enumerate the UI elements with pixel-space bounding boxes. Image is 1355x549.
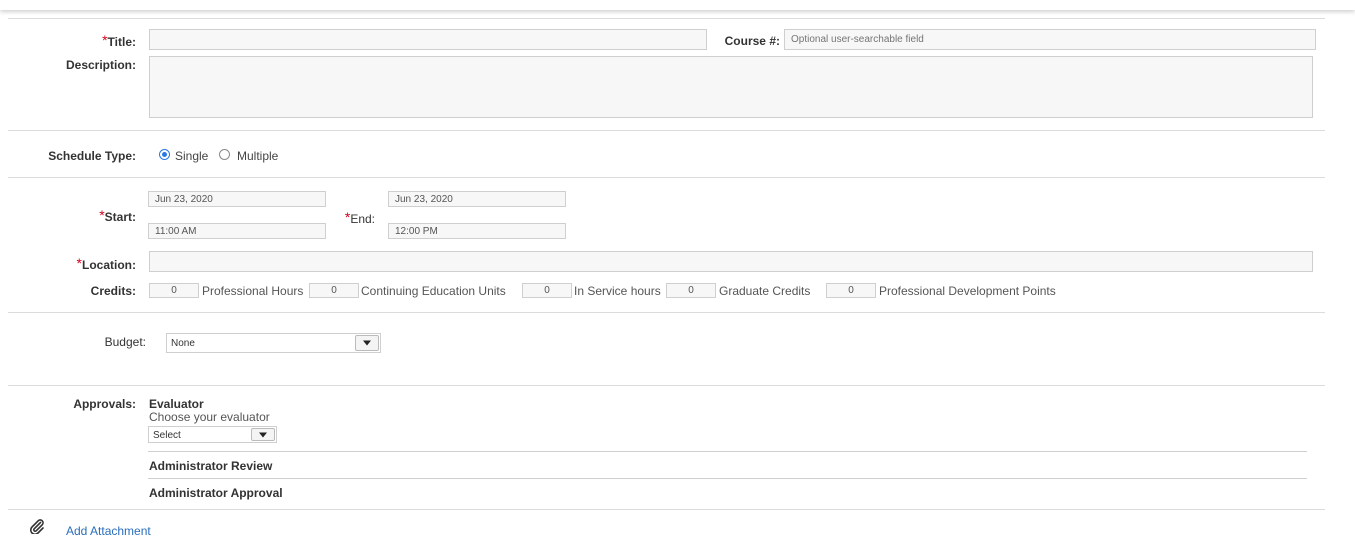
evaluator-select[interactable]: Select	[148, 426, 277, 443]
approval-step-approval: Administrator Approval	[149, 486, 283, 500]
end-label: *End:	[344, 209, 375, 226]
course-number-label: Course #:	[724, 34, 780, 48]
title-label: *Title:	[102, 32, 136, 49]
credit-unit-label: Graduate Credits	[719, 284, 811, 298]
start-date-input[interactable]	[148, 191, 326, 207]
description-textarea[interactable]	[149, 56, 1313, 118]
budget-select[interactable]: None	[166, 333, 381, 353]
required-marker: *	[76, 255, 82, 271]
divider	[8, 385, 1325, 386]
end-time-input[interactable]	[388, 223, 566, 239]
divider	[8, 130, 1325, 131]
location-input[interactable]	[149, 251, 1313, 272]
chevron-down-icon[interactable]	[355, 335, 379, 351]
title-input[interactable]	[149, 29, 707, 50]
radio-multiple[interactable]	[219, 149, 230, 160]
evaluator-title: Evaluator	[149, 397, 204, 411]
radio-multiple-label: Multiple	[237, 149, 279, 163]
credits-label: Credits:	[90, 284, 136, 298]
credit-unit-label: In Service hours	[574, 284, 661, 298]
divider	[148, 451, 1307, 452]
top-shadow-bar	[0, 0, 1355, 10]
required-marker: *	[99, 207, 105, 223]
budget-label: Budget:	[104, 335, 146, 349]
course-number-input[interactable]	[784, 29, 1316, 50]
add-attachment-link[interactable]: Add Attachment	[66, 524, 151, 538]
radio-single-label: Single	[175, 149, 209, 163]
approvals-label: Approvals:	[73, 397, 136, 411]
end-date-input[interactable]	[388, 191, 566, 207]
budget-selected-value: None	[171, 338, 195, 349]
credit-in-service-input[interactable]	[522, 283, 572, 298]
divider	[8, 177, 1325, 178]
location-label: *Location:	[76, 255, 136, 272]
approval-step-review: Administrator Review	[149, 459, 273, 473]
credit-unit-label: Professional Development Points	[879, 284, 1056, 298]
description-label: Description:	[65, 58, 136, 72]
start-label: *Start:	[99, 207, 136, 224]
evaluator-subtitle: Choose your evaluator	[149, 410, 270, 424]
schedule-type-label: Schedule Type:	[48, 149, 136, 163]
required-marker: *	[344, 209, 351, 225]
required-marker: *	[102, 32, 108, 48]
credit-pdp-input[interactable]	[826, 283, 876, 298]
chevron-down-icon[interactable]	[251, 428, 275, 441]
start-time-input[interactable]	[148, 223, 326, 239]
credit-ceu-input[interactable]	[309, 283, 359, 298]
divider	[8, 18, 1325, 19]
radio-single[interactable]	[159, 149, 170, 160]
credit-unit-label: Continuing Education Units	[361, 284, 506, 298]
credit-professional-hours-input[interactable]	[149, 283, 199, 298]
evaluator-selected-value: Select	[153, 430, 181, 441]
divider	[148, 478, 1307, 479]
credit-unit-label: Professional Hours	[202, 284, 304, 298]
divider	[8, 509, 1325, 510]
credit-graduate-input[interactable]	[666, 283, 716, 298]
paperclip-icon[interactable]	[29, 518, 45, 536]
divider	[8, 312, 1325, 313]
